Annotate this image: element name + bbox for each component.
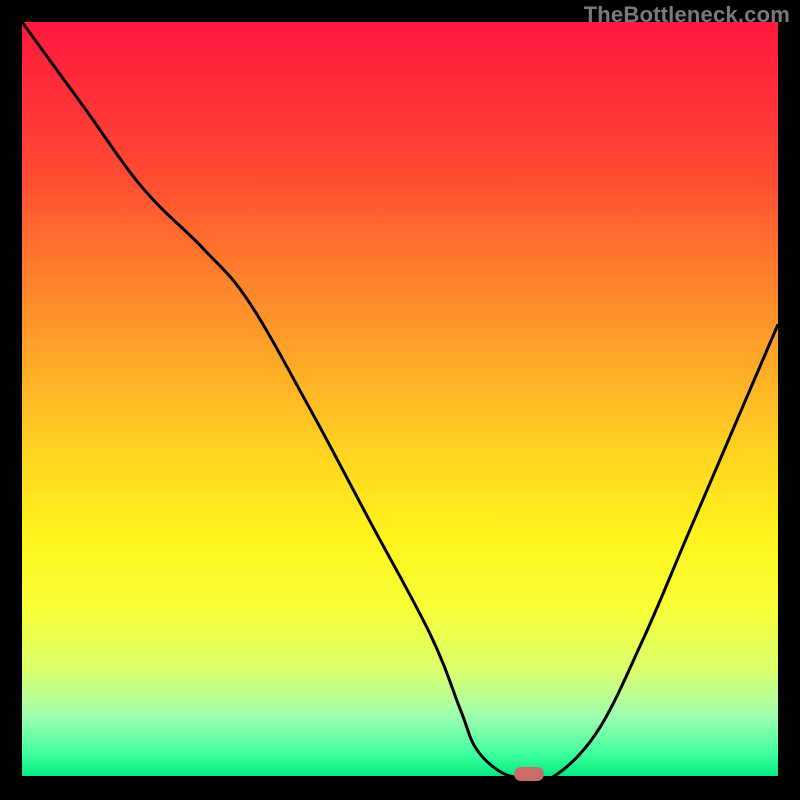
chart-stage: TheBottleneck.com — [0, 0, 800, 800]
curve-path — [22, 22, 778, 778]
bottleneck-curve — [22, 22, 778, 778]
plot-area — [22, 22, 778, 778]
optimal-marker — [514, 767, 544, 781]
